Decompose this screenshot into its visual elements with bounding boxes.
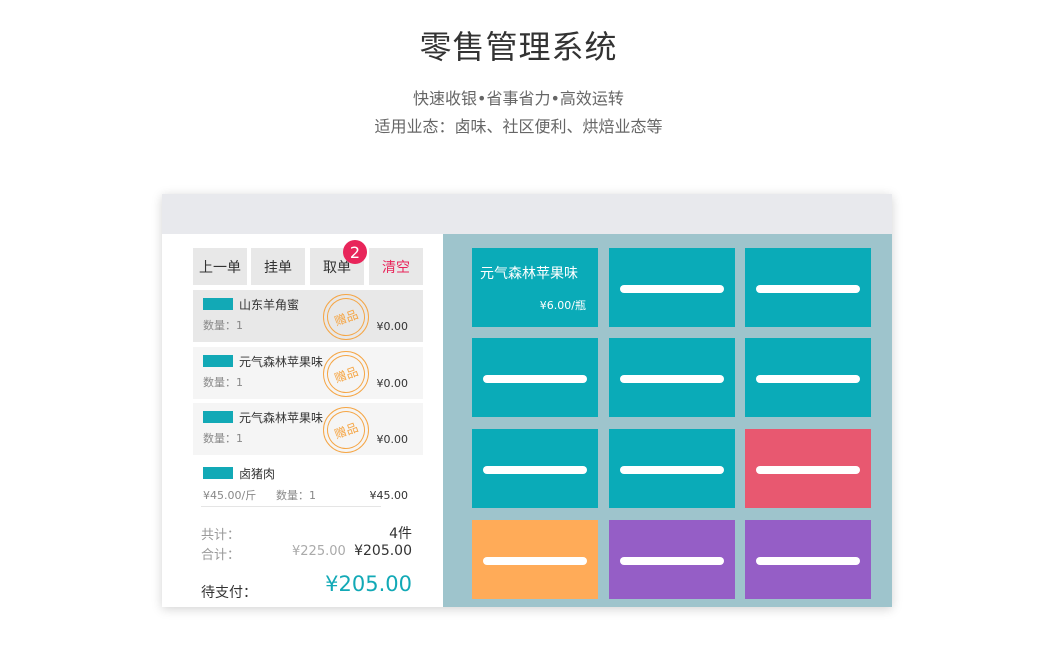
placeholder-bar <box>620 375 724 383</box>
order-item[interactable]: 元气森林苹果味 数量：1 赠品 ¥0.00 <box>193 347 423 399</box>
item-color-swatch <box>203 298 233 310</box>
placeholder-bar <box>483 557 587 565</box>
page-title: 零售管理系统 <box>419 28 618 66</box>
product-tile[interactable] <box>472 429 598 508</box>
page-subtitle: 快速收银•省事省力•高效运转 <box>413 89 624 108</box>
placeholder-bar <box>620 557 724 565</box>
placeholder-bar <box>756 557 860 565</box>
placeholder-bar <box>483 375 587 383</box>
summary-divider <box>201 506 381 507</box>
original-total: ¥225.00 <box>292 544 346 559</box>
product-tile[interactable] <box>745 429 871 508</box>
product-tile[interactable] <box>609 248 735 327</box>
product-tile[interactable] <box>745 338 871 417</box>
item-color-swatch <box>203 467 233 479</box>
order-item[interactable]: 元气森林苹果味 数量：1 赠品 ¥0.00 <box>193 403 423 455</box>
product-tile[interactable] <box>745 520 871 599</box>
item-color-swatch <box>203 355 233 367</box>
product-tile[interactable] <box>609 520 735 599</box>
item-quantity: 数量：1 <box>276 489 316 502</box>
prev-order-button[interactable]: 上一单 <box>193 248 247 285</box>
gift-stamp: 赠品 <box>321 405 371 455</box>
order-panel: 上一单 挂单 取单 2 清空 山东羊角蜜 数量：1 赠品 ¥0.00 元气森林苹… <box>162 234 443 607</box>
item-quantity: 数量：1 <box>203 432 243 445</box>
product-grid: 元气森林苹果味 ¥6.00/瓶 <box>443 234 892 607</box>
pos-window: 上一单 挂单 取单 2 清空 山东羊角蜜 数量：1 赠品 ¥0.00 元气森林苹… <box>162 194 892 607</box>
clear-button[interactable]: 清空 <box>369 248 423 285</box>
gift-stamp: 赠品 <box>321 292 371 342</box>
order-item[interactable]: 山东羊角蜜 数量：1 赠品 ¥0.00 <box>193 290 423 342</box>
pay-label: 待支付： <box>201 585 257 601</box>
item-price: ¥45.00 <box>369 489 409 502</box>
product-tile[interactable] <box>745 248 871 327</box>
item-name: 元气森林苹果味 <box>239 355 324 369</box>
placeholder-bar <box>620 466 724 474</box>
placeholder-bar <box>483 466 587 474</box>
product-tile[interactable] <box>472 520 598 599</box>
gift-stamp: 赠品 <box>321 349 371 399</box>
total-label: 合计： <box>201 548 241 563</box>
item-name: 卤猪肉 <box>239 467 276 481</box>
item-unit-price: ¥45.00/斤 <box>203 489 257 502</box>
count-value: 4件 <box>389 526 412 542</box>
item-quantity: 数量：1 <box>203 376 243 389</box>
placeholder-bar <box>756 285 860 293</box>
order-item[interactable]: 卤猪肉 ¥45.00/斤 数量：1 ¥45.00 <box>193 459 423 511</box>
total-value: ¥205.00 <box>354 543 412 559</box>
hold-order-button[interactable]: 挂单 <box>251 248 305 285</box>
page-subtitle-2: 适用业态：卤味、社区便利、烘焙业态等 <box>374 117 663 136</box>
placeholder-bar <box>620 285 724 293</box>
placeholder-bar <box>756 466 860 474</box>
item-name: 元气森林苹果味 <box>239 411 324 425</box>
product-price: ¥6.00/瓶 <box>539 299 586 312</box>
product-name: 元气森林苹果味 <box>480 266 578 282</box>
item-quantity: 数量：1 <box>203 319 243 332</box>
product-tile[interactable] <box>609 429 735 508</box>
placeholder-bar <box>756 375 860 383</box>
window-title-bar <box>162 194 892 234</box>
item-price: ¥0.00 <box>376 320 409 333</box>
pay-amount: ¥205.00 <box>325 572 412 596</box>
product-tile[interactable]: 元气森林苹果味 ¥6.00/瓶 <box>472 248 598 327</box>
item-price: ¥0.00 <box>376 377 409 390</box>
product-tile[interactable] <box>472 338 598 417</box>
item-color-swatch <box>203 411 233 423</box>
count-label: 共计： <box>201 528 241 543</box>
retrieve-count-badge: 2 <box>343 240 367 264</box>
product-tile[interactable] <box>609 338 735 417</box>
item-price: ¥0.00 <box>376 433 409 446</box>
item-name: 山东羊角蜜 <box>239 298 300 312</box>
